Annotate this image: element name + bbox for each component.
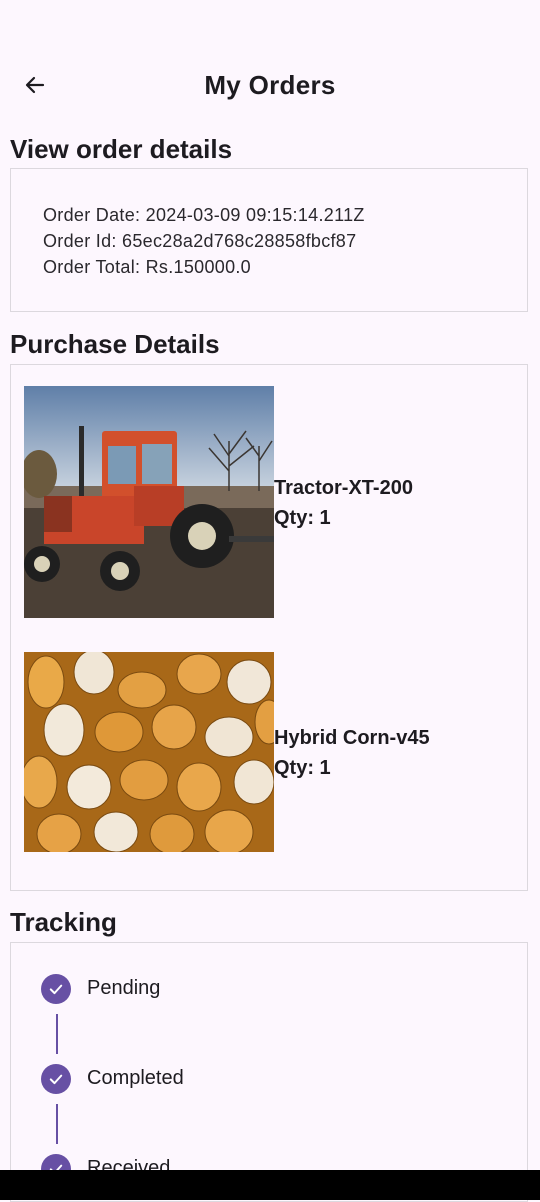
- system-nav-bar: [0, 1170, 540, 1200]
- order-details-card: Order Date: 2024-03-09 09:15:14.211Z Ord…: [10, 168, 528, 312]
- step-status-dot: [41, 1064, 71, 1094]
- check-icon: [49, 984, 63, 995]
- order-date: Order Date: 2024-03-09 09:15:14.211Z: [43, 205, 365, 225]
- order-id: Order Id: 65ec28a2d768c28858fbcf87: [43, 231, 357, 251]
- page-title: My Orders: [204, 70, 336, 100]
- corn-image: [24, 652, 274, 852]
- step-label-completed: Completed: [87, 1067, 184, 1089]
- product-name: Hybrid Corn-v45: [274, 727, 430, 749]
- product-qty: Qty: 1: [274, 507, 331, 529]
- step-connector: [56, 1014, 58, 1054]
- step-label-pending: Pending: [87, 977, 161, 999]
- step-connector: [56, 1104, 58, 1144]
- purchase-details-card: Tractor-XT-200 Qty: 1 Hybrid Corn-v45 Qt…: [10, 364, 528, 891]
- product-name: Tractor-XT-200: [274, 477, 413, 499]
- tracking-heading: Tracking: [10, 907, 117, 937]
- tractor-image: [24, 386, 274, 618]
- purchase-details-heading: Purchase Details: [10, 329, 220, 359]
- order-total: Order Total: Rs.150000.0: [43, 257, 251, 277]
- step-status-dot: [41, 974, 71, 1004]
- order-details-heading: View order details: [10, 134, 233, 164]
- check-icon: [49, 1074, 63, 1085]
- tracking-card: Pending Completed Received: [10, 942, 528, 1202]
- product-qty: Qty: 1: [274, 757, 331, 779]
